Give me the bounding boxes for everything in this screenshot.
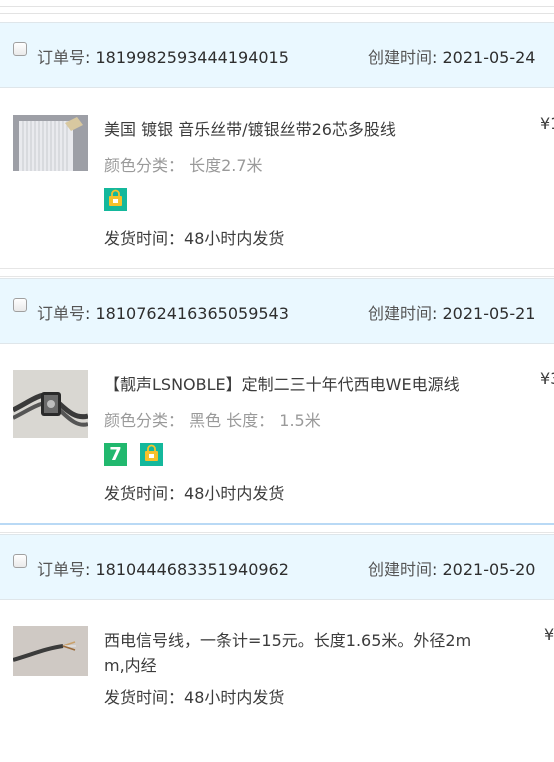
created-time: 创建时间: 2021-05-20 [368, 560, 536, 579]
order-header: 订单号: 1810444683351940962 创建时间: 2021-05-2… [0, 534, 554, 600]
bag-icon[interactable] [104, 188, 127, 211]
ship-time: 发货时间：48小时内发货 [104, 225, 284, 249]
product-title-line2[interactable]: m,内经 [104, 652, 157, 676]
product-image[interactable] [13, 370, 88, 438]
order-checkbox[interactable] [13, 42, 27, 56]
product-title[interactable]: 美国 镀银 音乐丝带/镀银丝带26芯多股线 [104, 116, 396, 140]
order-number-value[interactable]: 1810444683351940962 [96, 560, 289, 579]
created-time: 创建时间: 2021-05-21 [368, 304, 536, 323]
order-number-label: 订单号 [37, 48, 86, 67]
ship-time-label: 发货时间： [104, 484, 185, 503]
ship-time: 发货时间：48小时内发货 [104, 480, 284, 504]
product-price: ¥1 [540, 114, 554, 133]
ship-time-label: 发货时间： [104, 229, 185, 248]
ship-time-value: 48小时内发货 [184, 688, 285, 707]
order-number-label: 订单号 [37, 304, 86, 323]
ship-time-value: 48小时内发货 [184, 229, 285, 248]
created-time-label: 创建时间 [368, 48, 433, 67]
created-time-label: 创建时间 [368, 560, 433, 579]
product-title[interactable]: 【靓声LSNOBLE】定制二三十年代西电WE电源线 [104, 371, 460, 395]
order-number: 订单号: 1810762416365059543 [37, 304, 289, 323]
order-number-label: 订单号 [37, 560, 86, 579]
order-number-value[interactable]: 1819982593444194015 [96, 48, 289, 67]
order-number: 订单号: 1810444683351940962 [37, 560, 289, 579]
product-price: ¥3 [540, 369, 554, 388]
order-divider [0, 276, 554, 277]
created-time-label: 创建时间 [368, 304, 433, 323]
product-title-line1[interactable]: 西电信号线，一条计=15元。长度1.65米。外径2m [104, 627, 471, 651]
order-header: 订单号: 1819982593444194015 创建时间: 2021-05-2… [0, 22, 554, 88]
created-date: 2021-05-20 [442, 560, 536, 579]
bag-icon[interactable] [140, 443, 163, 466]
ship-time-label: 发货时间： [104, 688, 185, 707]
created-date: 2021-05-24 [442, 48, 536, 67]
product-image[interactable] [13, 115, 88, 171]
order-divider [0, 268, 554, 269]
order-header: 订单号: 1810762416365059543 创建时间: 2021-05-2… [0, 278, 554, 344]
created-time: 创建时间: 2021-05-24 [368, 48, 536, 67]
order-divider [0, 523, 554, 525]
product-price: ¥ [544, 625, 554, 644]
order-divider [0, 532, 554, 533]
order-checkbox[interactable] [13, 298, 27, 312]
order-number-value[interactable]: 1810762416365059543 [96, 304, 289, 323]
product-attributes: 颜色分类： 长度2.7米 [104, 156, 263, 175]
order-number: 订单号: 1819982593444194015 [37, 48, 289, 67]
ship-time-value: 48小时内发货 [184, 484, 285, 503]
created-date: 2021-05-21 [442, 304, 536, 323]
product-image[interactable] [13, 626, 88, 676]
seven-day-icon[interactable]: 7 [104, 443, 127, 466]
order-checkbox[interactable] [13, 554, 27, 568]
ship-time: 发货时间：48小时内发货 [104, 684, 284, 708]
product-attributes: 颜色分类： 黑色 长度： 1.5米 [104, 411, 321, 430]
